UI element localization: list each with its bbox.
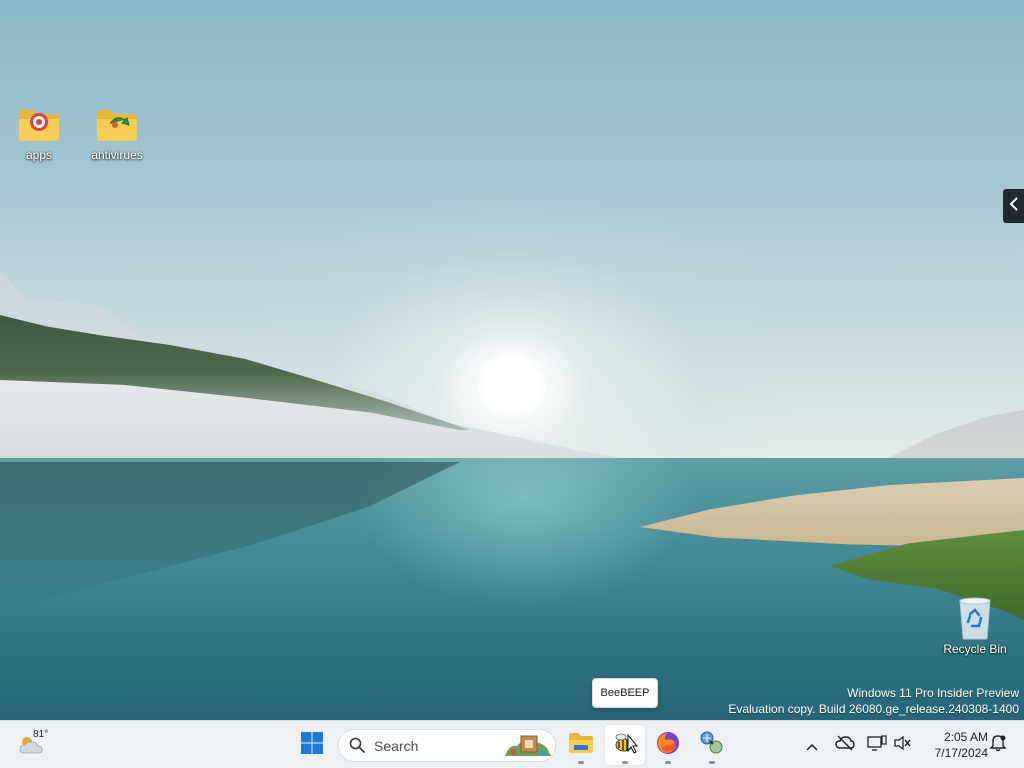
taskbar-clock[interactable]: 2:05 AM 7/17/2024 bbox=[920, 729, 988, 761]
tray-onedrive[interactable] bbox=[833, 721, 857, 768]
monitor-icon bbox=[867, 735, 887, 755]
file-explorer-icon bbox=[568, 732, 594, 758]
desktop-icon-label: apps bbox=[25, 148, 53, 162]
notification-bell-icon bbox=[989, 734, 1007, 756]
taskbar-beebeep[interactable] bbox=[605, 725, 645, 765]
folder-icon bbox=[18, 108, 60, 142]
beebeep-icon bbox=[612, 731, 639, 759]
desktop-icon-label: antivirues bbox=[91, 148, 143, 162]
build-watermark: Windows 11 Pro Insider Preview Evaluatio… bbox=[728, 685, 1019, 717]
taskbar: 81° Search 2:05 AM 7/17/2024 bbox=[0, 720, 1024, 768]
speaker-muted-icon bbox=[894, 735, 912, 755]
notification-button[interactable] bbox=[986, 721, 1010, 768]
running-indicator bbox=[578, 761, 584, 764]
running-indicator bbox=[665, 761, 671, 764]
weather-widget[interactable]: 81° bbox=[16, 727, 56, 763]
clock-time: 2:05 AM bbox=[943, 730, 988, 744]
tray-overflow-button[interactable] bbox=[800, 721, 824, 768]
clock-date: 7/17/2024 bbox=[934, 746, 988, 760]
wallpaper-lake-shine bbox=[360, 458, 690, 658]
watermark-line-1: Windows 11 Pro Insider Preview bbox=[847, 686, 1019, 700]
chevron-up-icon bbox=[806, 736, 818, 755]
running-indicator bbox=[709, 761, 715, 764]
desktop-icon-antivirues[interactable]: antivirues bbox=[85, 108, 149, 178]
desktop-icon-recycle-bin[interactable]: Recycle Bin bbox=[943, 596, 1007, 666]
tray-devices[interactable] bbox=[865, 721, 889, 768]
taskbar-search[interactable]: Search bbox=[338, 729, 556, 762]
firefox-icon bbox=[655, 730, 681, 760]
taskbar-file-explorer[interactable] bbox=[561, 725, 601, 765]
running-indicator bbox=[622, 761, 628, 764]
recycle-bin-icon bbox=[957, 596, 993, 640]
search-icon bbox=[349, 737, 365, 757]
watermark-line-2: Evaluation copy. Build 26080.ge_release.… bbox=[728, 702, 1019, 716]
network-tool-icon bbox=[699, 730, 725, 760]
search-label: Search bbox=[374, 738, 419, 754]
cloud-offline-icon bbox=[835, 735, 855, 755]
search-highlight-icon bbox=[503, 732, 553, 762]
tray-volume[interactable] bbox=[891, 721, 915, 768]
desktop-icon-apps[interactable]: apps bbox=[7, 108, 71, 178]
chevron-left-icon bbox=[1009, 197, 1019, 215]
taskbar-firefox[interactable] bbox=[648, 725, 688, 765]
start-button[interactable] bbox=[292, 725, 332, 765]
windows-logo-icon bbox=[300, 731, 324, 759]
desktop-icon-label: Recycle Bin bbox=[943, 642, 1007, 656]
weather-temperature: 81° bbox=[33, 729, 49, 740]
folder-icon bbox=[96, 108, 138, 142]
desktop: apps antivirues Recycle Bin Windows 11 P… bbox=[0, 0, 1024, 768]
side-panel-toggle[interactable] bbox=[1003, 189, 1024, 223]
taskbar-network-tool[interactable] bbox=[692, 725, 732, 765]
wallpaper-sun bbox=[478, 350, 546, 418]
taskbar-tooltip: BeeBEEP bbox=[592, 678, 658, 708]
